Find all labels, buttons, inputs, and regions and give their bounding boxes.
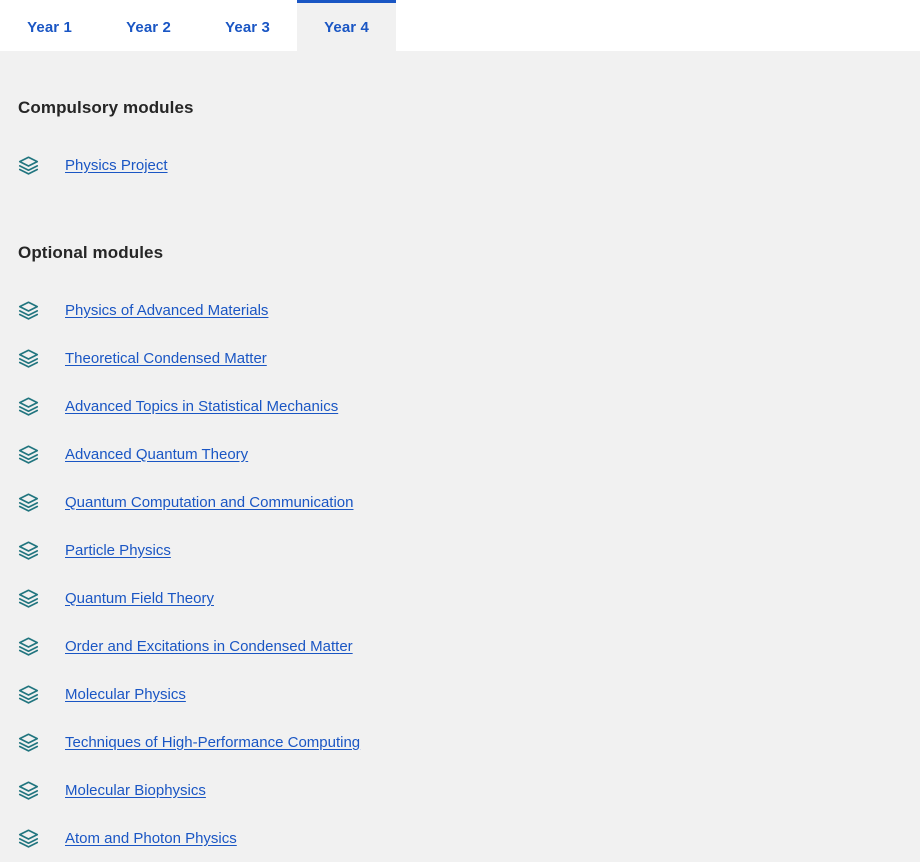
layers-icon: [18, 541, 39, 560]
module-row: Atom and Photon Physics: [0, 814, 920, 862]
module-link[interactable]: Quantum Field Theory: [65, 590, 214, 607]
layers-icon: [18, 733, 39, 752]
optional-modules-section: Optional modules Physics of Advanced Mat…: [0, 203, 920, 862]
year-tab-bar: Year 1 Year 2 Year 3 Year 4: [0, 0, 920, 51]
module-row: Molecular Biophysics: [0, 766, 920, 814]
module-link[interactable]: Advanced Quantum Theory: [65, 446, 248, 463]
module-row: Physics of Advanced Materials: [0, 286, 920, 334]
module-row: Advanced Quantum Theory: [0, 430, 920, 478]
layers-icon: [18, 637, 39, 656]
layers-icon: [18, 301, 39, 320]
tab-label: Year 4: [324, 18, 369, 36]
tab-label: Year 2: [126, 18, 171, 36]
tab-label: Year 3: [225, 18, 270, 36]
compulsory-modules-heading: Compulsory modules: [18, 98, 194, 118]
tab-bar-spacer: [396, 0, 920, 51]
module-link[interactable]: Particle Physics: [65, 542, 171, 559]
module-row: Quantum Computation and Communication: [0, 478, 920, 526]
module-link[interactable]: Quantum Computation and Communication: [65, 494, 354, 511]
module-link[interactable]: Advanced Topics in Statistical Mechanics: [65, 398, 338, 415]
module-row: Molecular Physics: [0, 670, 920, 718]
layers-icon: [18, 397, 39, 416]
module-row: Quantum Field Theory: [0, 574, 920, 622]
module-row: Order and Excitations in Condensed Matte…: [0, 622, 920, 670]
layers-icon: [18, 493, 39, 512]
module-row: Advanced Topics in Statistical Mechanics: [0, 382, 920, 430]
layers-icon: [18, 781, 39, 800]
tab-year-1[interactable]: Year 1: [0, 0, 99, 51]
layers-icon: [18, 829, 39, 848]
module-row: Techniques of High-Performance Computing: [0, 718, 920, 766]
optional-modules-heading: Optional modules: [18, 243, 164, 263]
year-4-panel: Compulsory modules Physics Project Optio…: [0, 65, 920, 862]
optional-modules-list: Physics of Advanced Materials Theoretica…: [0, 286, 920, 862]
module-link[interactable]: Molecular Physics: [65, 686, 186, 703]
layers-icon: [18, 685, 39, 704]
module-link[interactable]: Theoretical Condensed Matter: [65, 350, 267, 367]
tab-year-4[interactable]: Year 4: [297, 0, 396, 51]
module-row: Particle Physics: [0, 526, 920, 574]
layers-icon: [18, 349, 39, 368]
module-row: Physics Project: [0, 141, 920, 189]
tab-year-3[interactable]: Year 3: [198, 0, 297, 51]
layers-icon: [18, 589, 39, 608]
module-link[interactable]: Physics Project: [65, 157, 168, 174]
layers-icon: [18, 156, 39, 175]
module-row: Theoretical Condensed Matter: [0, 334, 920, 382]
module-link[interactable]: Atom and Photon Physics: [65, 830, 237, 847]
module-link[interactable]: Techniques of High-Performance Computing: [65, 734, 360, 751]
tab-year-2[interactable]: Year 2: [99, 0, 198, 51]
compulsory-modules-section: Compulsory modules Physics Project: [0, 65, 920, 189]
layers-icon: [18, 445, 39, 464]
module-link[interactable]: Order and Excitations in Condensed Matte…: [65, 638, 353, 655]
module-link[interactable]: Physics of Advanced Materials: [65, 302, 268, 319]
tab-label: Year 1: [27, 18, 72, 36]
compulsory-modules-list: Physics Project: [0, 141, 920, 189]
module-link[interactable]: Molecular Biophysics: [65, 782, 206, 799]
